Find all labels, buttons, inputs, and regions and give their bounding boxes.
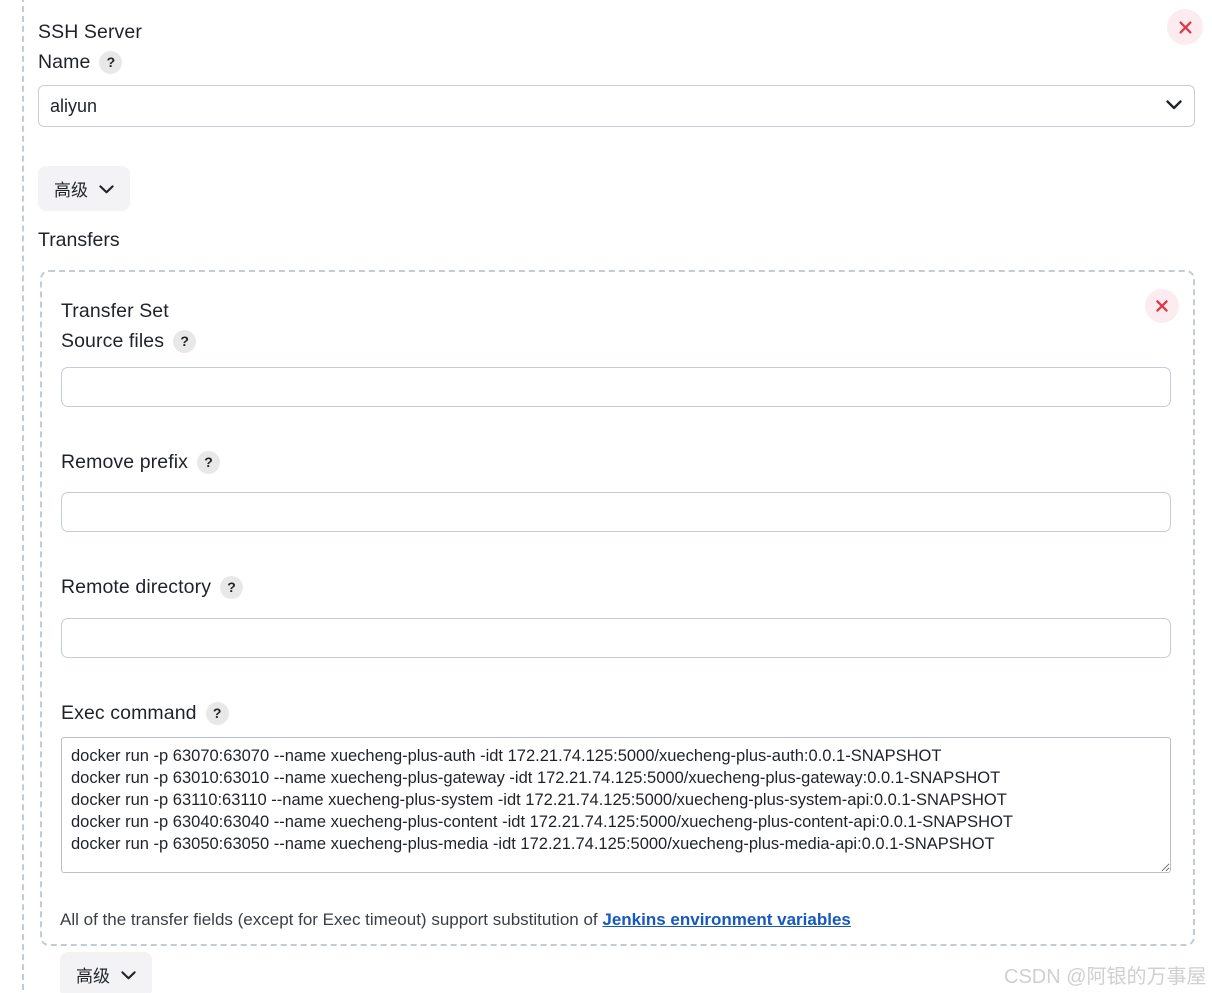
- remove-prefix-input[interactable]: [61, 492, 1171, 532]
- ssh-publisher-config-panel: SSH Server Name ? aliyun 高级 Transfers Tr…: [0, 0, 1212, 993]
- source-files-input[interactable]: [61, 367, 1171, 407]
- exec-command-textarea[interactable]: docker run -p 63070:63070 --name xuechen…: [61, 737, 1171, 873]
- help-icon[interactable]: ?: [99, 50, 123, 74]
- chevron-down-icon: [121, 965, 136, 985]
- advanced-button-top-label: 高级: [54, 181, 88, 200]
- transfers-heading: Transfers: [38, 229, 120, 251]
- watermark: CSDN @阿银的万事屋: [1004, 966, 1207, 988]
- remote-directory-input[interactable]: [61, 618, 1171, 658]
- help-icon[interactable]: ?: [173, 329, 197, 353]
- advanced-button-bottom-label: 高级: [76, 967, 110, 986]
- help-icon[interactable]: ?: [197, 450, 221, 474]
- advanced-button-top[interactable]: 高级: [38, 166, 130, 211]
- help-icon[interactable]: ?: [220, 575, 244, 599]
- help-icon[interactable]: ?: [205, 701, 229, 725]
- source-files-label: Source files: [61, 330, 165, 352]
- close-icon[interactable]: [1167, 9, 1203, 45]
- ssh-server-name-select-wrapper: aliyun: [38, 85, 1195, 127]
- transfer-set-title: Transfer Set: [61, 300, 169, 322]
- ssh-server-label-line1: SSH Server: [38, 21, 142, 43]
- close-icon[interactable]: [1145, 289, 1179, 323]
- chevron-down-icon: [99, 179, 114, 199]
- jenkins-env-variables-link[interactable]: Jenkins environment variables: [602, 910, 851, 929]
- remove-prefix-label: Remove prefix: [61, 451, 189, 473]
- ssh-server-name-select[interactable]: aliyun: [38, 85, 1195, 127]
- advanced-button-bottom[interactable]: 高级: [60, 952, 152, 993]
- ssh-server-label-line2: Name: [38, 51, 91, 73]
- note-text: All of the transfer fields (except for E…: [60, 910, 603, 929]
- remote-directory-label: Remote directory: [61, 576, 212, 598]
- transfer-fields-note: All of the transfer fields (except for E…: [60, 910, 851, 930]
- exec-command-label: Exec command: [61, 702, 197, 724]
